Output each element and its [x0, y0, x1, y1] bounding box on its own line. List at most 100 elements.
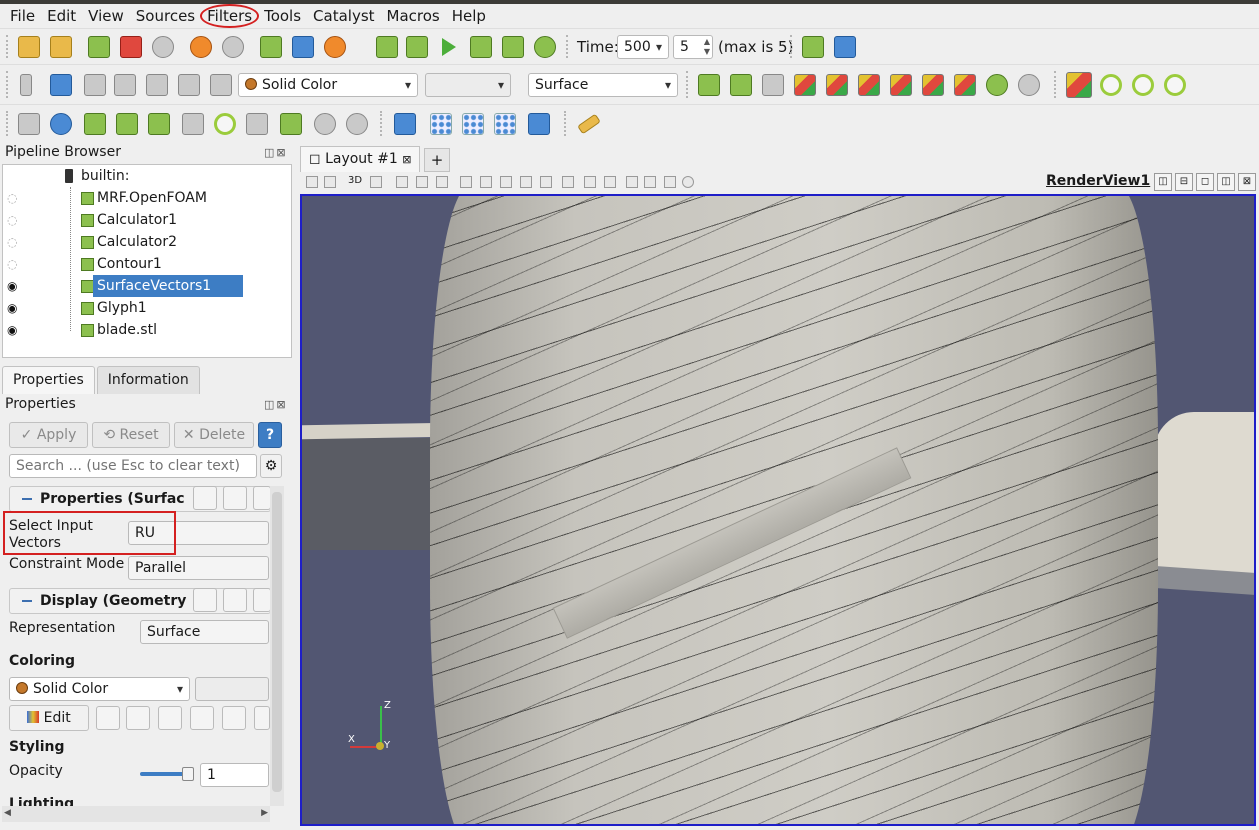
- eye-on-icon[interactable]: ◉: [7, 319, 17, 341]
- pipeline-item[interactable]: ◌ Calculator2: [3, 231, 291, 253]
- rescale-range-icon[interactable]: [96, 706, 120, 730]
- orientation-axes-icon[interactable]: [1066, 72, 1092, 98]
- view-minus-y-icon[interactable]: [890, 74, 912, 96]
- find-data-icon[interactable]: [802, 36, 824, 58]
- zoom-to-box-icon[interactable]: [762, 74, 784, 96]
- toolbar-grip[interactable]: [566, 35, 570, 58]
- search-input[interactable]: [9, 454, 257, 478]
- tab-properties[interactable]: Properties: [2, 366, 95, 394]
- representation-combo-panel[interactable]: Surface: [140, 620, 269, 644]
- grow-selection-icon[interactable]: [584, 176, 596, 188]
- view-minus-z-icon[interactable]: [954, 74, 976, 96]
- pipeline-item[interactable]: ◉ Glyph1: [3, 297, 291, 319]
- view-plus-z-icon[interactable]: [922, 74, 944, 96]
- color-mapping-icon[interactable]: [210, 74, 232, 96]
- tab-layout-1[interactable]: ◻ Layout #1 ⊠: [300, 146, 420, 172]
- menu-tools[interactable]: Tools: [258, 5, 307, 27]
- restore-icon[interactable]: ◫: [1217, 173, 1235, 191]
- scroll-right-icon[interactable]: ▶: [261, 808, 268, 818]
- previous-frame-icon[interactable]: [406, 36, 428, 58]
- disconnect-icon[interactable]: [120, 36, 142, 58]
- pick-center-icon[interactable]: [1164, 74, 1186, 96]
- contour-icon[interactable]: [50, 113, 72, 135]
- interactive-select-icon[interactable]: [520, 176, 532, 188]
- select-points-icon[interactable]: [394, 113, 416, 135]
- pipeline-root[interactable]: builtin:: [3, 165, 291, 187]
- reset-center-icon[interactable]: [1132, 74, 1154, 96]
- palette-icon[interactable]: [324, 36, 346, 58]
- spreadsheet-icon[interactable]: [528, 113, 550, 135]
- apply-button[interactable]: ✓ Apply: [9, 422, 88, 448]
- toolbar-grip[interactable]: [564, 111, 568, 136]
- connect-icon[interactable]: [88, 36, 110, 58]
- opacity-slider-handle[interactable]: [182, 767, 194, 781]
- reload-icon[interactable]: [253, 486, 271, 510]
- pipeline-item[interactable]: ◉ blade.stl: [3, 319, 291, 341]
- select-polygon-icon[interactable]: [480, 176, 492, 188]
- opacity-field[interactable]: 1: [200, 763, 269, 787]
- scroll-left-icon[interactable]: ◀: [4, 808, 11, 818]
- glyph-icon[interactable]: [214, 113, 236, 135]
- redo-icon[interactable]: [222, 36, 244, 58]
- representation-combo[interactable]: Surface: [528, 73, 678, 97]
- edit-selection-icon[interactable]: [626, 176, 638, 188]
- pipeline-item[interactable]: ◌ Contour1: [3, 253, 291, 275]
- last-frame-icon[interactable]: [502, 36, 524, 58]
- time-step-spinbox[interactable]: 5 ▲ ▼: [673, 35, 713, 59]
- zoom-to-data-icon[interactable]: [730, 74, 752, 96]
- paste-icon[interactable]: [223, 588, 247, 612]
- clear-selection-icon[interactable]: [682, 176, 694, 188]
- query-selection-icon[interactable]: [644, 176, 656, 188]
- scrollbar-thumb[interactable]: [272, 492, 282, 792]
- properties-vertical-scrollbar[interactable]: [270, 486, 284, 806]
- advanced-settings-button[interactable]: ⚙: [260, 454, 282, 478]
- rotate-minus-90-icon[interactable]: [1018, 74, 1040, 96]
- threshold-icon[interactable]: [148, 113, 170, 135]
- toolbar-grip[interactable]: [6, 71, 10, 98]
- pipeline-pane-buttons[interactable]: ◫⊠: [264, 146, 288, 159]
- rotate-plus-90-icon[interactable]: [986, 74, 1008, 96]
- next-frame-icon[interactable]: [470, 36, 492, 58]
- eye-off-icon[interactable]: ◌: [7, 187, 17, 209]
- rescale-temporal-icon[interactable]: [146, 74, 168, 96]
- render-view-viewport[interactable]: Z X Y: [300, 194, 1256, 826]
- auto-apply-icon[interactable]: [152, 36, 174, 58]
- select-cells-through-icon[interactable]: [436, 176, 448, 188]
- constraint-mode-combo[interactable]: Parallel: [128, 556, 269, 580]
- calculator-icon[interactable]: [18, 113, 40, 135]
- close-view-icon[interactable]: ⊠: [1238, 173, 1256, 191]
- hover-cells-icon[interactable]: [562, 176, 574, 188]
- add-layout-tab[interactable]: +: [424, 148, 450, 172]
- edit-button[interactable]: Edit: [9, 705, 89, 731]
- more-icon[interactable]: [254, 706, 270, 730]
- load-state-icon[interactable]: [50, 36, 72, 58]
- shrink-selection-icon[interactable]: [604, 176, 616, 188]
- menu-help[interactable]: Help: [446, 5, 492, 27]
- help-button[interactable]: ?: [258, 422, 282, 448]
- paste-icon[interactable]: [223, 486, 247, 510]
- warp-vector-icon[interactable]: [280, 113, 302, 135]
- rescale-temporal-range-icon[interactable]: [158, 706, 182, 730]
- menu-sources[interactable]: Sources: [130, 5, 201, 27]
- reset-button[interactable]: ⟲ Reset: [92, 422, 170, 448]
- toolbar-grip[interactable]: [790, 35, 794, 58]
- view-minus-x-icon[interactable]: [826, 74, 848, 96]
- slice-icon[interactable]: [116, 113, 138, 135]
- edit-color-map-icon[interactable]: [20, 74, 32, 96]
- eye-on-icon[interactable]: ◉: [7, 275, 17, 297]
- spin-arrows-icon[interactable]: ▲ ▼: [704, 37, 710, 57]
- camera-link-icon[interactable]: [306, 176, 318, 188]
- eye-off-icon[interactable]: ◌: [7, 231, 17, 253]
- copy-icon[interactable]: [193, 486, 217, 510]
- rescale-icon[interactable]: [84, 74, 106, 96]
- maximize-icon[interactable]: ◻: [1196, 173, 1214, 191]
- plot-over-line-icon[interactable]: [430, 113, 452, 135]
- capture-icon[interactable]: [324, 176, 336, 188]
- toggle-3d-button[interactable]: 3D: [348, 175, 362, 186]
- toolbar-grip[interactable]: [380, 111, 384, 136]
- rescale-custom-icon[interactable]: [114, 74, 136, 96]
- menu-edit[interactable]: Edit: [41, 5, 82, 27]
- tab-information[interactable]: Information: [96, 366, 200, 394]
- menu-filters[interactable]: Filters: [200, 4, 260, 28]
- camera-reset-icon[interactable]: [260, 36, 282, 58]
